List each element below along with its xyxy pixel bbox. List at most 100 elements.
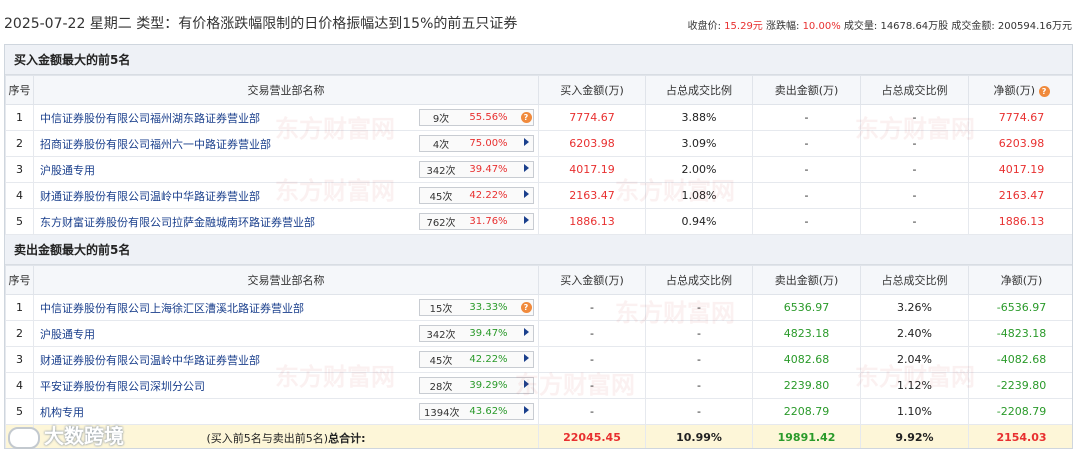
- buy-amount: -: [538, 294, 646, 321]
- stat-icon-wrap: [519, 380, 533, 391]
- dept-link[interactable]: 招商证券股份有限公司福州六一中路证券营业部: [40, 136, 271, 152]
- row-no: 2: [5, 320, 34, 347]
- net-amount: -2239.80: [968, 372, 1072, 399]
- dept-link[interactable]: 沪股通专用: [40, 326, 95, 342]
- dept-cell: 招商证券股份有限公司福州六一中路证券营业部 4次 75.00%: [33, 130, 539, 157]
- sell-amount: -: [752, 182, 861, 209]
- dept-link[interactable]: 中信证券股份有限公司福州湖东路证券营业部: [40, 110, 260, 126]
- sell-amount: -: [752, 104, 861, 131]
- buy-ratio: 0.94%: [645, 208, 753, 235]
- listing-count: 342次: [426, 330, 456, 341]
- dept-link[interactable]: 中信证券股份有限公司上海徐汇区漕溪北路证券营业部: [40, 300, 304, 316]
- dept-link[interactable]: 财通证券股份有限公司温岭中华路证券营业部: [40, 352, 260, 368]
- win-rate: 43.62%: [469, 406, 508, 417]
- col-buy-amount: 买入金额(万): [538, 75, 646, 105]
- row-no: 5: [5, 208, 34, 235]
- buy-ratio: 3.09%: [645, 130, 753, 157]
- total-sell-ratio: 9.92%: [860, 424, 969, 448]
- buy-amount: 2163.47: [538, 182, 646, 209]
- logo-icon: [8, 426, 40, 449]
- net-amount: 2163.47: [968, 182, 1072, 209]
- win-rate: 55.56%: [469, 112, 508, 123]
- dept-link[interactable]: 财通证券股份有限公司温岭中华路证券营业部: [40, 188, 260, 204]
- total-label-prefix: (买入前5名与卖出前5名): [206, 431, 329, 445]
- dept-link[interactable]: 东方财富证券股份有限公司拉萨金融城南环路证券营业部: [40, 214, 315, 230]
- info-circle-icon[interactable]: ?: [520, 112, 532, 123]
- sell-ratio: -: [860, 182, 969, 209]
- dept-link[interactable]: 机构专用: [40, 404, 84, 420]
- history-stat-button[interactable]: 342次 39.47%: [419, 161, 534, 178]
- info-circle-icon[interactable]: ?: [1038, 86, 1050, 97]
- volume-value: 14678.64万股: [880, 21, 949, 32]
- net-amount: 6203.98: [968, 130, 1072, 157]
- stat-icon-wrap: [519, 328, 533, 339]
- history-stat-button[interactable]: 1394次 43.62%: [419, 403, 534, 420]
- total-buy-ratio: 10.99%: [645, 424, 753, 448]
- listing-count: 4次: [432, 140, 450, 151]
- triangle-right-icon[interactable]: [523, 190, 529, 198]
- net-amount: 4017.19: [968, 156, 1072, 183]
- triangle-right-icon[interactable]: [523, 380, 529, 388]
- col-sell-ratio: 占总成交比例: [860, 75, 969, 105]
- col-buy-ratio: 占总成交比例: [645, 265, 753, 295]
- row-no: 1: [5, 294, 34, 321]
- sell-ratio: 2.04%: [860, 346, 969, 373]
- stat-icon-wrap: [519, 138, 533, 149]
- history-stat-button[interactable]: 45次 42.22%: [419, 187, 534, 204]
- sell-ratio: 3.26%: [860, 294, 969, 321]
- history-stat-button[interactable]: 15次 33.33%?: [419, 299, 534, 316]
- change-pct-value: 10.00%: [802, 21, 841, 32]
- dept-cell: 沪股通专用 342次 39.47%: [33, 156, 539, 183]
- page-title: 2025-07-22 星期二 类型：有价格涨跌幅限制的日价格振幅达到15%的前五…: [4, 16, 518, 32]
- stat-icon-wrap: [519, 164, 533, 175]
- table-row: 2 招商证券股份有限公司福州六一中路证券营业部 4次 75.00% 6203.98 3.0…: [5, 130, 1072, 157]
- sell-amount: -: [752, 130, 861, 157]
- stat-icon-wrap: [519, 406, 533, 417]
- history-stat-button[interactable]: 28次 39.29%: [419, 377, 534, 394]
- col-dept: 交易营业部名称: [33, 75, 539, 105]
- sell-amount: 4082.68: [752, 346, 861, 373]
- triangle-right-icon[interactable]: [523, 406, 529, 414]
- sell-ratio: 1.10%: [860, 398, 969, 425]
- triangle-right-icon[interactable]: [523, 164, 529, 172]
- history-stat-button[interactable]: 4次 75.00%: [419, 135, 534, 152]
- info-circle-icon[interactable]: ?: [520, 302, 532, 313]
- triangle-right-icon[interactable]: [523, 216, 529, 224]
- triangle-right-icon[interactable]: [523, 328, 529, 336]
- dept-cell: 平安证券股份有限公司深圳分公司 28次 39.29%: [33, 372, 539, 399]
- history-stat-button[interactable]: 762次 31.76%: [419, 213, 534, 230]
- dept-link[interactable]: 平安证券股份有限公司深圳分公司: [40, 378, 205, 394]
- col-net-label: 净额(万): [993, 84, 1036, 97]
- table-row: 3 沪股通专用 342次 39.47% 4017.19 2.00% - -4017.19: [5, 156, 1072, 183]
- net-amount: -2208.79: [968, 398, 1072, 425]
- sell-section-title: 卖出金额最大的前5名: [5, 235, 1072, 265]
- table-row: 4 财通证券股份有限公司温岭中华路证券营业部 45次 42.22% 2163.47 1.0…: [5, 182, 1072, 209]
- triangle-right-icon[interactable]: [523, 138, 529, 146]
- buy-table: 序号 交易营业部名称 买入金额(万) 占总成交比例 卖出金额(万) 占总成交比例…: [5, 75, 1072, 235]
- col-buy-amount: 买入金额(万): [538, 265, 646, 295]
- win-rate: 31.76%: [469, 216, 508, 227]
- dept-link[interactable]: 沪股通专用: [40, 162, 95, 178]
- history-stat-button[interactable]: 9次 55.56%?: [419, 109, 534, 126]
- close-price-label: 收盘价:: [687, 21, 721, 32]
- triangle-right-icon[interactable]: [523, 354, 529, 362]
- win-rate: 39.29%: [469, 380, 508, 391]
- col-buy-ratio: 占总成交比例: [645, 75, 753, 105]
- buy-ratio: -: [645, 372, 753, 399]
- sell-ratio: 2.40%: [860, 320, 969, 347]
- sell-amount: 2239.80: [752, 372, 861, 399]
- stat-icon-wrap: [519, 190, 533, 201]
- table-row: 5 东方财富证券股份有限公司拉萨金融城南环路证券营业部 762次 31.76% 1886…: [5, 208, 1072, 235]
- col-net: 净额(万): [968, 265, 1072, 295]
- listing-count: 762次: [426, 218, 456, 229]
- col-sell-amount: 卖出金额(万): [752, 75, 861, 105]
- history-stat-button[interactable]: 342次 39.47%: [419, 325, 534, 342]
- dragon-tiger-panel: 买入金额最大的前5名 序号 交易营业部名称 买入金额(万) 占总成交比例 卖出金…: [4, 44, 1073, 449]
- win-rate: 42.22%: [469, 354, 508, 365]
- row-no: 4: [5, 182, 34, 209]
- history-stat-button[interactable]: 45次 42.22%: [419, 351, 534, 368]
- stat-icon-wrap: ?: [519, 302, 533, 313]
- col-dept: 交易营业部名称: [33, 265, 539, 295]
- sell-ratio: 1.12%: [860, 372, 969, 399]
- win-rate: 39.47%: [469, 164, 508, 175]
